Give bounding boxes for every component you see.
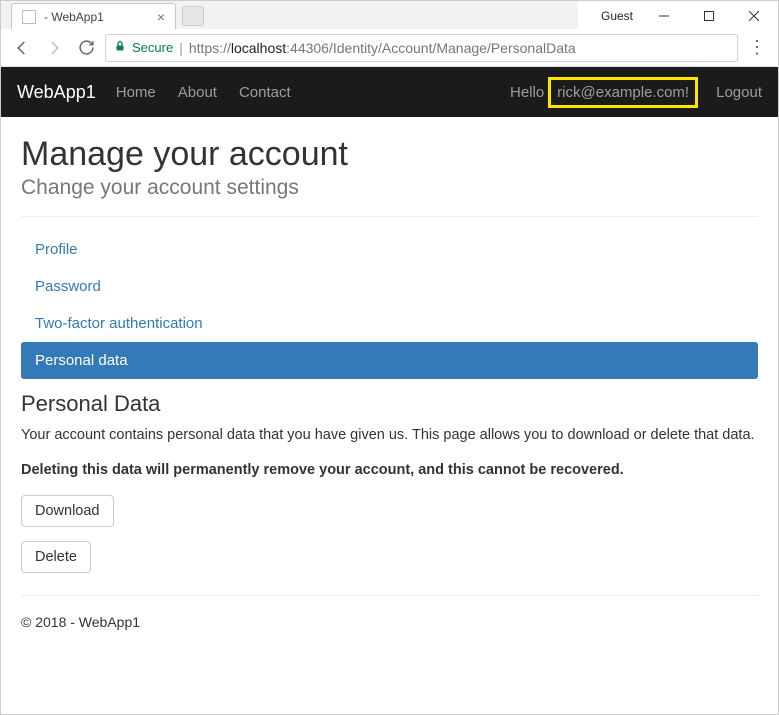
- app-navbar: WebApp1 Home About Contact Hello rick@ex…: [1, 67, 778, 117]
- delete-button[interactable]: Delete: [21, 541, 91, 573]
- nav-password[interactable]: Password: [21, 268, 758, 305]
- page-icon: [22, 10, 36, 24]
- nav-personal-data[interactable]: Personal data: [21, 342, 758, 379]
- divider: [21, 216, 758, 217]
- browser-menu-button[interactable]: ⋮: [744, 37, 770, 58]
- browser-tab[interactable]: - WebApp1 ×: [11, 3, 176, 29]
- divider: [21, 595, 758, 596]
- brand-link[interactable]: WebApp1: [17, 82, 96, 103]
- browser-tabstrip: - WebApp1 ×: [1, 1, 578, 29]
- url-display: https://localhost:44306/Identity/Account…: [189, 40, 576, 56]
- url-host: localhost: [231, 40, 286, 56]
- reload-button[interactable]: [73, 35, 99, 61]
- back-button[interactable]: [9, 35, 35, 61]
- section-warning: Deleting this data will permanently remo…: [21, 460, 758, 481]
- secure-label: Secure: [132, 40, 173, 55]
- nav-two-factor[interactable]: Two-factor authentication: [21, 305, 758, 342]
- page-title: Manage your account: [21, 135, 758, 174]
- tab-title: - WebApp1: [44, 10, 104, 24]
- forward-button[interactable]: [41, 35, 67, 61]
- logout-link[interactable]: Logout: [716, 84, 762, 101]
- hello-prefix: Hello: [510, 84, 544, 101]
- url-path: /Identity/Account/Manage/PersonalData: [329, 40, 576, 56]
- separator: |: [179, 40, 183, 56]
- guest-label: Guest: [601, 9, 633, 23]
- url-scheme: https://: [189, 40, 231, 56]
- address-bar[interactable]: Secure | https://localhost:44306/Identit…: [105, 34, 738, 62]
- new-tab-button[interactable]: [182, 6, 204, 26]
- download-button[interactable]: Download: [21, 495, 114, 527]
- lock-icon: [114, 39, 126, 56]
- close-window-button[interactable]: [731, 2, 776, 30]
- page-content: Manage your account Change your account …: [1, 117, 778, 640]
- section-title: Personal Data: [21, 391, 758, 417]
- page-subtitle: Change your account settings: [21, 176, 758, 200]
- nav-profile[interactable]: Profile: [21, 231, 758, 268]
- nav-home[interactable]: Home: [116, 84, 156, 101]
- close-tab-icon[interactable]: ×: [157, 9, 165, 25]
- url-port: :44306: [286, 40, 329, 56]
- footer-text: © 2018 - WebApp1: [21, 610, 758, 630]
- nav-contact[interactable]: Contact: [239, 84, 291, 101]
- manage-nav: Profile Password Two-factor authenticati…: [21, 231, 758, 379]
- minimize-button[interactable]: [641, 2, 686, 30]
- user-link[interactable]: rick@example.com!: [548, 77, 698, 108]
- browser-toolbar: Secure | https://localhost:44306/Identit…: [1, 29, 778, 67]
- section-description: Your account contains personal data that…: [21, 425, 758, 446]
- maximize-button[interactable]: [686, 2, 731, 30]
- nav-about[interactable]: About: [178, 84, 217, 101]
